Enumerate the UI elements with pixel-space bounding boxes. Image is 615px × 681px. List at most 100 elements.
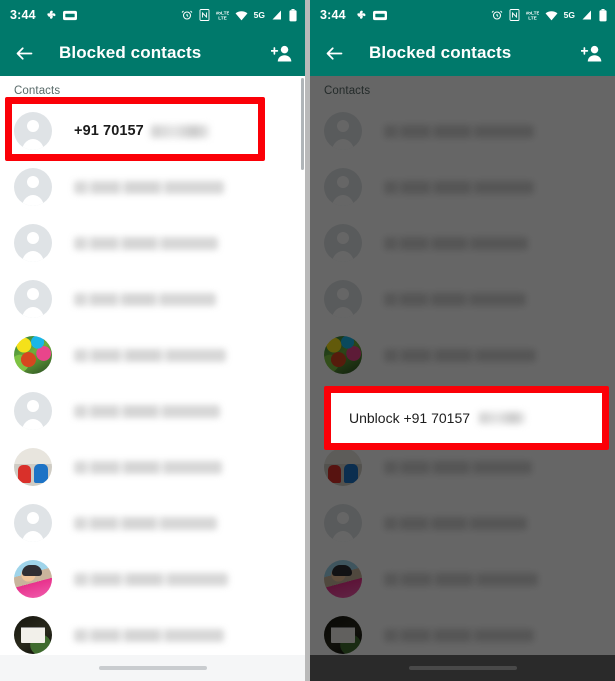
svg-text:LTE: LTE (218, 16, 227, 21)
avatar (324, 504, 362, 542)
back-arrow-icon[interactable] (14, 43, 35, 64)
contact-name-blurred (74, 516, 217, 530)
status-bar-left: 3:44 (10, 8, 77, 22)
contact-name-blurred (384, 460, 532, 474)
add-person-icon[interactable] (581, 43, 603, 63)
status-bar-left: 3:44 (320, 8, 387, 22)
table-row[interactable] (310, 327, 615, 383)
section-label-contacts: Contacts (324, 85, 371, 97)
avatar (14, 168, 52, 206)
contact-name-blurred (74, 404, 220, 418)
wifi-icon (545, 10, 558, 21)
status-bar-right: VoLTE LTE 5G (491, 8, 607, 22)
contact-name-blurred (74, 572, 228, 586)
table-row[interactable] (310, 103, 615, 159)
status-bar-clock: 3:44 (320, 8, 346, 22)
unblock-dialog-label: Unblock +91 70157 (349, 410, 471, 426)
battery-icon (289, 8, 297, 22)
screen-unblock-confirmation: 3:44 VoLTE LTE 5G Blocked contacts Conta… (310, 0, 615, 681)
battery-icon (599, 8, 607, 22)
avatar (14, 336, 52, 374)
nfc-icon (509, 9, 520, 21)
app-bar: Blocked contacts (0, 30, 305, 76)
status-bar-right: VoLTE LTE 5G (181, 8, 297, 22)
pinwheel-app-icon (353, 9, 366, 22)
network-type-label: 5G (253, 10, 265, 20)
avatar (14, 560, 52, 598)
scrollbar-thumb[interactable] (301, 78, 304, 170)
avatar (14, 280, 52, 318)
avatar (324, 168, 362, 206)
table-row[interactable] (0, 215, 305, 271)
avatar (14, 224, 52, 262)
home-gesture-pill[interactable] (98, 666, 207, 670)
avatar (14, 448, 52, 486)
avatar (14, 616, 52, 654)
avatar (324, 112, 362, 150)
table-row[interactable] (0, 495, 305, 551)
contact-name-blurred (74, 628, 224, 642)
contact-name-blurred (74, 460, 222, 474)
system-navigation-bar (310, 655, 615, 681)
table-row[interactable]: +91 70157 (0, 103, 305, 159)
table-row[interactable] (310, 215, 615, 271)
home-gesture-pill[interactable] (408, 666, 517, 670)
contact-name-blurred (74, 180, 224, 194)
contact-name-blurred (74, 292, 216, 306)
table-row[interactable] (310, 551, 615, 607)
pinwheel-app-icon (43, 9, 56, 22)
avatar (324, 280, 362, 318)
contacts-content: Contacts +91 70157 (0, 76, 305, 681)
contact-name-blurred (74, 348, 226, 362)
signal-icon (581, 9, 593, 21)
volte-icon: VoLTE LTE (526, 9, 539, 21)
table-row[interactable] (0, 439, 305, 495)
add-person-icon[interactable] (271, 43, 293, 63)
unblock-dialog-highlight: Unblock +91 70157 (324, 386, 609, 450)
table-row[interactable] (0, 159, 305, 215)
app-bar: Blocked contacts (310, 30, 615, 76)
network-type-label: 5G (563, 10, 575, 20)
screen-blocked-contacts-list: 3:44 VoLTE LTE 5G Blocked contacts Conta… (0, 0, 305, 681)
contact-number: +91 70157 (74, 123, 209, 139)
wallet-app-icon (62, 10, 77, 21)
back-arrow-icon[interactable] (324, 43, 345, 64)
avatar (324, 560, 362, 598)
system-navigation-bar (0, 655, 305, 681)
avatar (14, 392, 52, 430)
table-row[interactable] (0, 383, 305, 439)
section-label-contacts: Contacts (14, 85, 61, 97)
avatar (324, 448, 362, 486)
contact-name-blurred (384, 292, 526, 306)
table-row[interactable] (0, 327, 305, 383)
redacted-digits (150, 124, 209, 138)
avatar (324, 616, 362, 654)
status-bar: 3:44 VoLTE LTE 5G (0, 0, 305, 30)
contacts-content: Contacts Unblock +91 70157 (310, 76, 615, 681)
table-row[interactable] (0, 271, 305, 327)
table-row[interactable] (310, 495, 615, 551)
avatar (14, 112, 52, 150)
nfc-icon (199, 9, 210, 21)
signal-icon (271, 9, 283, 21)
volte-icon: VoLTE LTE (216, 9, 229, 21)
svg-text:VoLTE: VoLTE (526, 10, 539, 16)
table-row[interactable] (310, 159, 615, 215)
alarm-icon (491, 9, 503, 21)
contact-name-blurred (384, 348, 536, 362)
contact-name-blurred (384, 180, 534, 194)
avatar (14, 504, 52, 542)
unblock-dialog[interactable]: Unblock +91 70157 (331, 393, 602, 443)
contact-name-blurred (384, 516, 527, 530)
comparison-screenshot: 3:44 VoLTE LTE 5G Blocked contacts Conta… (0, 0, 615, 681)
contact-name-blurred (384, 124, 534, 138)
table-row[interactable] (0, 551, 305, 607)
blocked-contacts-list: +91 70157 (0, 103, 305, 663)
page-title: Blocked contacts (59, 43, 202, 62)
contact-name-blurred (384, 236, 528, 250)
svg-text:LTE: LTE (528, 16, 537, 21)
contact-number-text: +91 70157 (74, 123, 144, 139)
page-title: Blocked contacts (369, 43, 512, 62)
status-bar: 3:44 VoLTE LTE 5G (310, 0, 615, 30)
table-row[interactable] (310, 271, 615, 327)
